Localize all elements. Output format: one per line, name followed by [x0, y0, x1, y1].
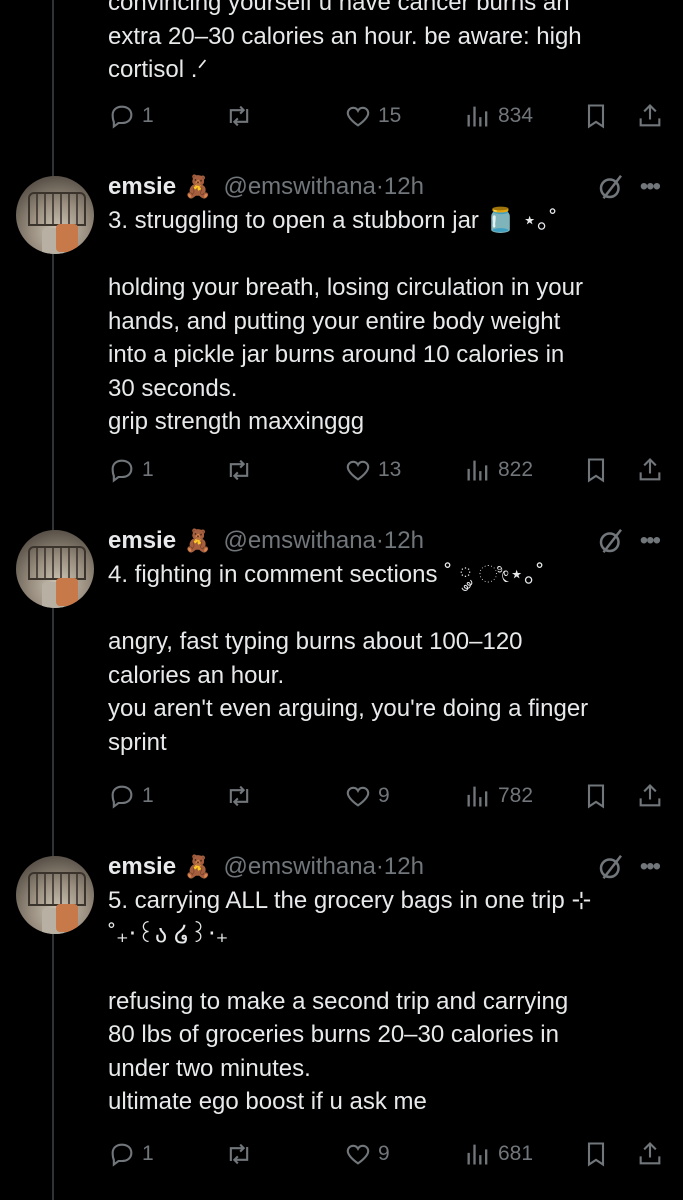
- like-button[interactable]: 13: [344, 456, 401, 484]
- share-button[interactable]: [636, 1140, 664, 1168]
- action-bar: 1 9 681: [108, 1134, 668, 1174]
- share-button[interactable]: [636, 782, 664, 810]
- retweet-icon: [229, 1143, 249, 1165]
- retweet-icon: [229, 785, 249, 807]
- handle[interactable]: @emswithana: [223, 853, 375, 881]
- like-button[interactable]: 15: [344, 102, 401, 130]
- views-icon: [467, 106, 488, 127]
- retweet-button[interactable]: [225, 1140, 253, 1168]
- retweet-icon: [229, 105, 249, 127]
- timestamp[interactable]: 12h: [384, 527, 424, 555]
- like-icon: [346, 1144, 370, 1165]
- more-icon[interactable]: •••: [640, 527, 661, 555]
- tweet-header: emsie 🧸 @emswithana · 12h •••: [108, 850, 661, 884]
- reply-icon: [111, 459, 133, 483]
- teddy-bear-emoji: 🧸: [184, 174, 212, 199]
- reply-icon: [111, 785, 133, 809]
- handle[interactable]: @emswithana: [223, 527, 375, 555]
- more-icon[interactable]: •••: [640, 173, 661, 201]
- reply-button[interactable]: 1: [108, 1140, 154, 1168]
- retweet-button[interactable]: [225, 456, 253, 484]
- teddy-bear-emoji: 🧸: [184, 854, 212, 879]
- tweet-text: 4. fighting in comment sections ˚ ༘ ೀ⋆｡˚…: [108, 561, 589, 756]
- separator-dot: ·: [375, 527, 384, 554]
- share-button[interactable]: [636, 456, 664, 484]
- bookmark-icon: [587, 458, 605, 483]
- display-name[interactable]: emsie: [108, 173, 176, 201]
- share-icon: [639, 104, 661, 127]
- share-button[interactable]: [636, 102, 664, 130]
- separator-dot: ·: [375, 853, 384, 880]
- like-icon: [346, 106, 370, 127]
- action-bar: 1 15 834: [108, 96, 668, 136]
- reply-button[interactable]: 1: [108, 102, 154, 130]
- bookmark-icon: [587, 784, 605, 809]
- bookmark-button[interactable]: [582, 1140, 610, 1168]
- retweet-icon: [229, 459, 249, 481]
- reply-button[interactable]: 1: [108, 456, 154, 484]
- reply-icon: [111, 105, 133, 129]
- bookmark-button[interactable]: [582, 782, 610, 810]
- retweet-button[interactable]: [225, 782, 253, 810]
- avatar[interactable]: [16, 530, 94, 608]
- like-icon: [346, 460, 370, 481]
- bookmark-icon: [587, 104, 605, 129]
- handle[interactable]: @emswithana: [223, 173, 375, 201]
- reply-button[interactable]: 1: [108, 782, 154, 810]
- action-bar: 1 9 782: [108, 776, 668, 816]
- tweet-text-line: cortisol .ᐟ: [108, 56, 208, 83]
- bookmark-icon: [587, 1142, 605, 1167]
- tweet-header: emsie 🧸 @emswithana · 12h •••: [108, 170, 661, 204]
- grok-icon[interactable]: [596, 852, 626, 882]
- retweet-button[interactable]: [225, 102, 253, 130]
- views-button[interactable]: 782: [464, 782, 533, 810]
- views-button[interactable]: 681: [464, 1140, 533, 1168]
- views-button[interactable]: 834: [464, 102, 533, 130]
- views-icon: [467, 1144, 488, 1165]
- share-icon: [639, 458, 661, 481]
- display-name[interactable]: emsie: [108, 527, 176, 555]
- reply-icon: [111, 1143, 133, 1167]
- tweet-text-line: convincing yourself u have cancer burns …: [108, 0, 570, 16]
- timestamp[interactable]: 12h: [384, 173, 424, 201]
- avatar[interactable]: [16, 856, 94, 934]
- views-icon: [467, 786, 488, 807]
- views-icon: [467, 460, 488, 481]
- share-icon: [639, 784, 661, 807]
- tweet-header: emsie 🧸 @emswithana · 12h •••: [108, 524, 661, 558]
- bookmark-button[interactable]: [582, 456, 610, 484]
- share-icon: [639, 1142, 661, 1165]
- bookmark-button[interactable]: [582, 102, 610, 130]
- tweet-text-line: extra 20–30 calories an hour. be aware: …: [108, 22, 582, 50]
- tweet-text: 3. struggling to open a stubborn jar 🫙 ⋆…: [108, 207, 583, 435]
- grok-icon[interactable]: [596, 172, 626, 202]
- like-icon: [346, 786, 370, 807]
- tweet-text: 5. carrying ALL the grocery bags in one …: [108, 887, 592, 1115]
- like-button[interactable]: 9: [344, 782, 390, 810]
- more-icon[interactable]: •••: [640, 853, 661, 881]
- avatar[interactable]: [16, 176, 94, 254]
- like-button[interactable]: 9: [344, 1140, 390, 1168]
- grok-icon[interactable]: [596, 526, 626, 556]
- separator-dot: ·: [375, 173, 384, 200]
- views-button[interactable]: 822: [464, 456, 533, 484]
- display-name[interactable]: emsie: [108, 853, 176, 881]
- action-bar: 1 13 822: [108, 450, 668, 490]
- teddy-bear-emoji: 🧸: [184, 528, 212, 553]
- timestamp[interactable]: 12h: [384, 853, 424, 881]
